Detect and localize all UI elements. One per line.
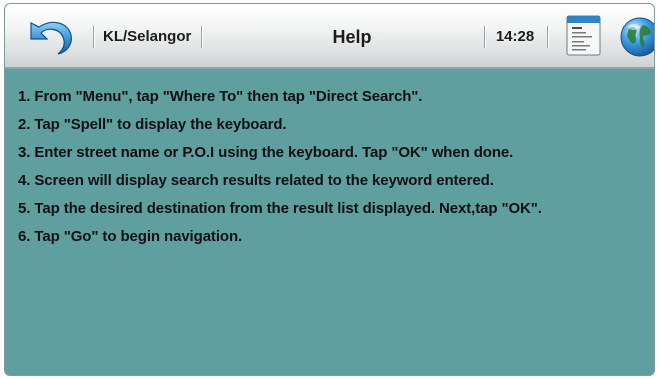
- menu-button[interactable]: [563, 15, 607, 57]
- separator: [93, 26, 94, 48]
- back-arrow-icon: [30, 21, 72, 55]
- region-label: KL/Selangor: [103, 28, 192, 45]
- help-steps: 1. From "Menu", tap "Where To" then tap …: [18, 87, 654, 255]
- help-step: 6. Tap "Go" to begin navigation.: [18, 228, 243, 245]
- help-screen: KL/Selangor Help 14:28 1. From "Menu", t…: [4, 3, 655, 376]
- top-bar: KL/Selangor Help 14:28: [5, 4, 654, 69]
- clock: 14:28: [495, 28, 535, 45]
- page-title: Help: [332, 27, 372, 47]
- globe-icon: [620, 17, 654, 57]
- help-step: 2. Tap "Spell" to display the keyboard.: [18, 116, 287, 133]
- separator: [547, 26, 548, 48]
- help-step: 5. Tap the desired destination from the …: [18, 200, 542, 217]
- help-step: 1. From "Menu", tap "Where To" then tap …: [18, 88, 423, 105]
- help-step: 4. Screen will display search results re…: [18, 172, 494, 189]
- help-step: 3. Enter street name or P.O.I using the …: [18, 144, 514, 161]
- back-button[interactable]: [23, 17, 77, 57]
- separator: [201, 26, 202, 48]
- document-menu-icon: [566, 15, 601, 56]
- globe-button[interactable]: [619, 16, 654, 58]
- separator: [484, 26, 485, 48]
